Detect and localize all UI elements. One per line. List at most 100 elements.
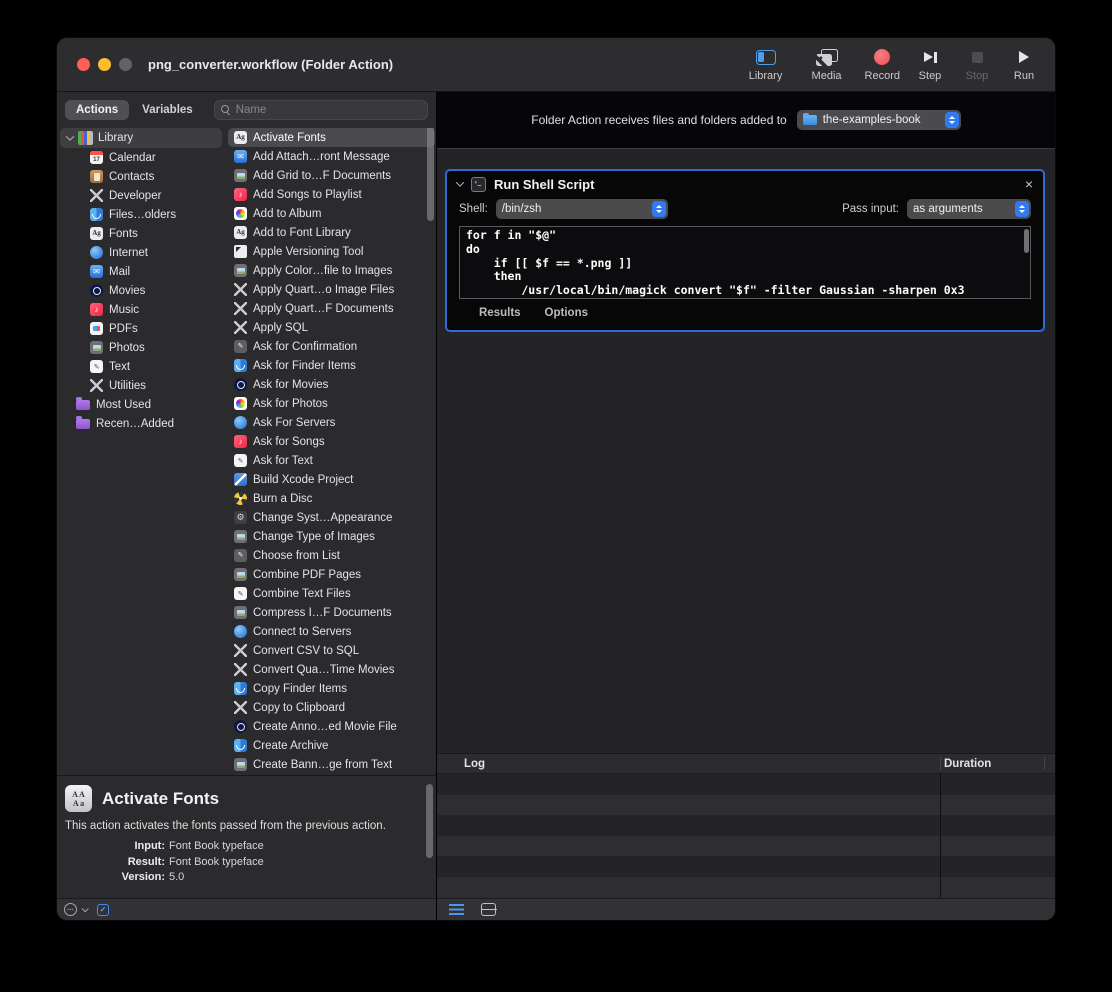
action-list-item[interactable]: Convert Qua…Time Movies [228, 660, 435, 679]
action-list-item[interactable]: Ask for Photos [228, 394, 435, 413]
toolbar-button[interactable]: Media [810, 48, 844, 82]
sidebar-category[interactable]: Movies [57, 281, 224, 300]
search-input[interactable] [236, 104, 421, 116]
mail-icon [90, 265, 103, 278]
sidebar-category[interactable]: Calendar [57, 148, 224, 167]
sidebar-category[interactable]: Music [57, 300, 224, 319]
chevron-down-icon[interactable] [82, 905, 89, 912]
sidebar-smart-group[interactable]: Most Used [57, 395, 224, 414]
globe-icon [234, 416, 247, 429]
action-list-item[interactable]: Add Grid to…F Documents [228, 166, 435, 185]
action-list-item[interactable]: Create Anno…ed Movie File [228, 717, 435, 736]
textedit-icon [90, 360, 103, 373]
action-list-item[interactable]: Ask for Songs [228, 432, 435, 451]
sidebar-smart-group[interactable]: Recen…Added [57, 414, 224, 433]
action-list-item[interactable]: Burn a Disc [228, 489, 435, 508]
utilities-icon [90, 379, 103, 392]
folder-dropdown[interactable]: the-examples-book [797, 110, 961, 130]
sidebar-category[interactable]: Internet [57, 243, 224, 262]
results-tab[interactable]: Results [479, 307, 521, 319]
action-list-item[interactable]: Choose from List [228, 546, 435, 565]
developer-icon [90, 189, 103, 202]
more-options-icon[interactable] [64, 903, 77, 916]
finder-icon [234, 682, 247, 695]
column-divider[interactable] [940, 757, 941, 770]
toolbar-button[interactable]: Step [913, 48, 947, 82]
action-list-item[interactable]: Ask for Confirmation [228, 337, 435, 356]
toolbar-button[interactable]: Stop [960, 48, 994, 82]
action-list-item[interactable]: Apply Quart…F Documents [228, 299, 435, 318]
sidebar-category[interactable]: Mail [57, 262, 224, 281]
action-list-item[interactable]: Combine PDF Pages [228, 565, 435, 584]
action-list-item[interactable]: Ask for Finder Items [228, 356, 435, 375]
action-list-item[interactable]: Convert CSV to SQL [228, 641, 435, 660]
action-list-item[interactable]: Add Attach…ront Message [228, 147, 435, 166]
duration-column-header[interactable]: Duration [944, 758, 991, 770]
action-list-item[interactable]: Create Bann…ge from Text [228, 755, 435, 774]
textedit-icon [234, 454, 247, 467]
column-divider[interactable] [1044, 757, 1045, 770]
toolbar-button[interactable]: Record [865, 48, 900, 82]
sidebar-category[interactable]: Text [57, 357, 224, 376]
sidebar-tab[interactable]: Actions [65, 100, 129, 120]
run-shell-script-block[interactable]: Run Shell Script × Shell: /bin/zsh Pass … [445, 169, 1045, 332]
sidebar-category[interactable]: Fonts [57, 224, 224, 243]
action-list-item[interactable]: Ask for Text [228, 451, 435, 470]
action-list-item[interactable]: Add to Font Library [228, 223, 435, 242]
options-tab[interactable]: Options [545, 307, 588, 319]
log-view-icon[interactable] [449, 904, 464, 915]
action-list-item[interactable]: Apply Color…file to Images [228, 261, 435, 280]
minimize-window-icon[interactable] [98, 58, 111, 71]
sidebar-category[interactable]: Utilities [57, 376, 224, 395]
action-list-item[interactable]: Copy Finder Items [228, 679, 435, 698]
sidebar-tab[interactable]: Variables [131, 100, 204, 120]
action-list-item[interactable]: Activate Fonts [228, 128, 435, 147]
action-list-item[interactable]: Copy to Clipboard [228, 698, 435, 717]
quicktime-icon [234, 378, 247, 391]
code-scrollbar[interactable] [1024, 229, 1029, 253]
workflow-view-icon[interactable] [481, 903, 496, 916]
sidebar-category[interactable]: Contacts [57, 167, 224, 186]
sidebar-category[interactable]: Photos [57, 338, 224, 357]
shell-script-editor[interactable]: for f in "$@"do if [[ $f == *.png ]] the… [459, 226, 1031, 299]
log-rows [437, 774, 1055, 898]
library-root-row[interactable]: Library [60, 128, 222, 148]
checkbox-icon[interactable] [97, 904, 109, 916]
shell-script-code: for f in "$@"do if [[ $f == *.png ]] the… [466, 229, 1024, 298]
fontbook-icon [90, 227, 103, 240]
pass-input-dropdown[interactable]: as arguments [907, 199, 1031, 219]
record-icon [874, 49, 890, 65]
action-list-item[interactable]: Add to Album [228, 204, 435, 223]
action-list-item[interactable]: Add Songs to Playlist [228, 185, 435, 204]
close-window-icon[interactable] [77, 58, 90, 71]
action-list-item[interactable]: Apply SQL [228, 318, 435, 337]
action-list-item[interactable]: Ask For Servers [228, 413, 435, 432]
action-list-item[interactable]: Build Xcode Project [228, 470, 435, 489]
action-list-item[interactable]: Apply Quart…o Image Files [228, 280, 435, 299]
action-list-item[interactable]: Apple Versioning Tool [228, 242, 435, 261]
photos-gray-icon [234, 758, 247, 771]
action-list-item[interactable]: Compress I…F Documents [228, 603, 435, 622]
sidebar-category[interactable]: PDFs [57, 319, 224, 338]
search-field[interactable] [214, 100, 428, 120]
sidebar-category[interactable]: Files…olders [57, 205, 224, 224]
close-icon[interactable]: × [1025, 177, 1033, 191]
zoom-window-icon[interactable] [119, 58, 132, 71]
sidebar-category[interactable]: Developer [57, 186, 224, 205]
log-column-header[interactable]: Log [464, 758, 485, 770]
action-list-item[interactable]: Change Type of Images [228, 527, 435, 546]
toolbar-button[interactable]: Run [1007, 48, 1041, 82]
action-list-item[interactable]: Change Syst…Appearance [228, 508, 435, 527]
actions-scrollbar[interactable] [427, 128, 434, 221]
chevron-down-icon[interactable] [456, 178, 464, 186]
finder-icon [234, 359, 247, 372]
shell-dropdown[interactable]: /bin/zsh [496, 199, 668, 219]
action-list-item[interactable]: Create Archive [228, 736, 435, 755]
action-list-item[interactable]: Connect to Servers [228, 622, 435, 641]
toolbar-button[interactable]: Library [749, 48, 783, 82]
code-line: do [466, 243, 1024, 257]
stop-icon [972, 52, 983, 63]
action-list-item[interactable]: Ask for Movies [228, 375, 435, 394]
action-list-item[interactable]: Combine Text Files [228, 584, 435, 603]
info-scrollbar[interactable] [426, 784, 433, 858]
